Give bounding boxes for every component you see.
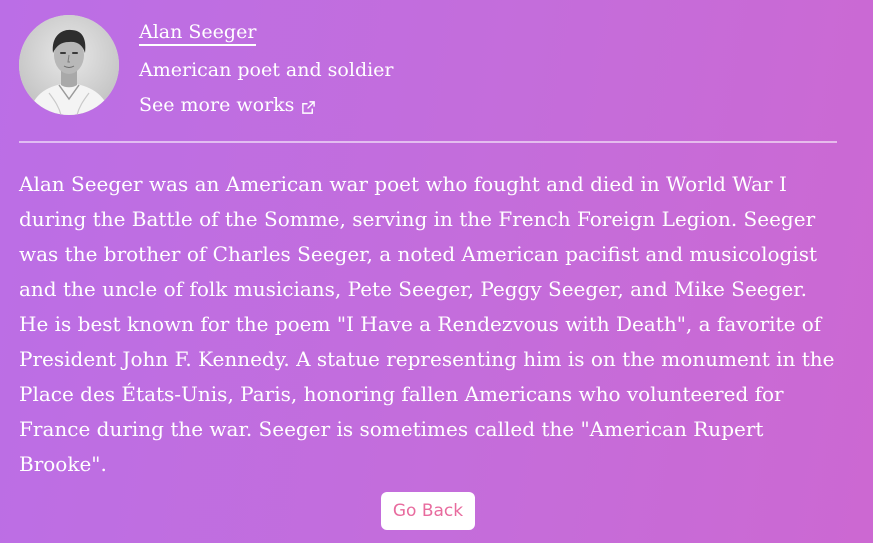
author-bio: Alan Seeger was an American war poet who… [19,172,835,476]
divider [19,141,837,143]
see-more-works-link[interactable]: See more works [139,94,316,116]
author-page: Alan Seeger American poet and soldier Se… [19,15,837,530]
actions: Go Back [19,492,837,530]
avatar [19,15,119,115]
author-header: Alan Seeger American poet and soldier Se… [19,15,837,116]
author-description: American poet and soldier [139,59,394,81]
author-name-link[interactable]: Alan Seeger [139,21,257,46]
go-back-button[interactable]: Go Back [380,492,476,530]
see-more-works-label: See more works [139,94,295,116]
author-portrait-image [19,15,119,115]
author-meta: Alan Seeger American poet and soldier Se… [139,15,394,116]
external-link-icon [301,98,316,114]
